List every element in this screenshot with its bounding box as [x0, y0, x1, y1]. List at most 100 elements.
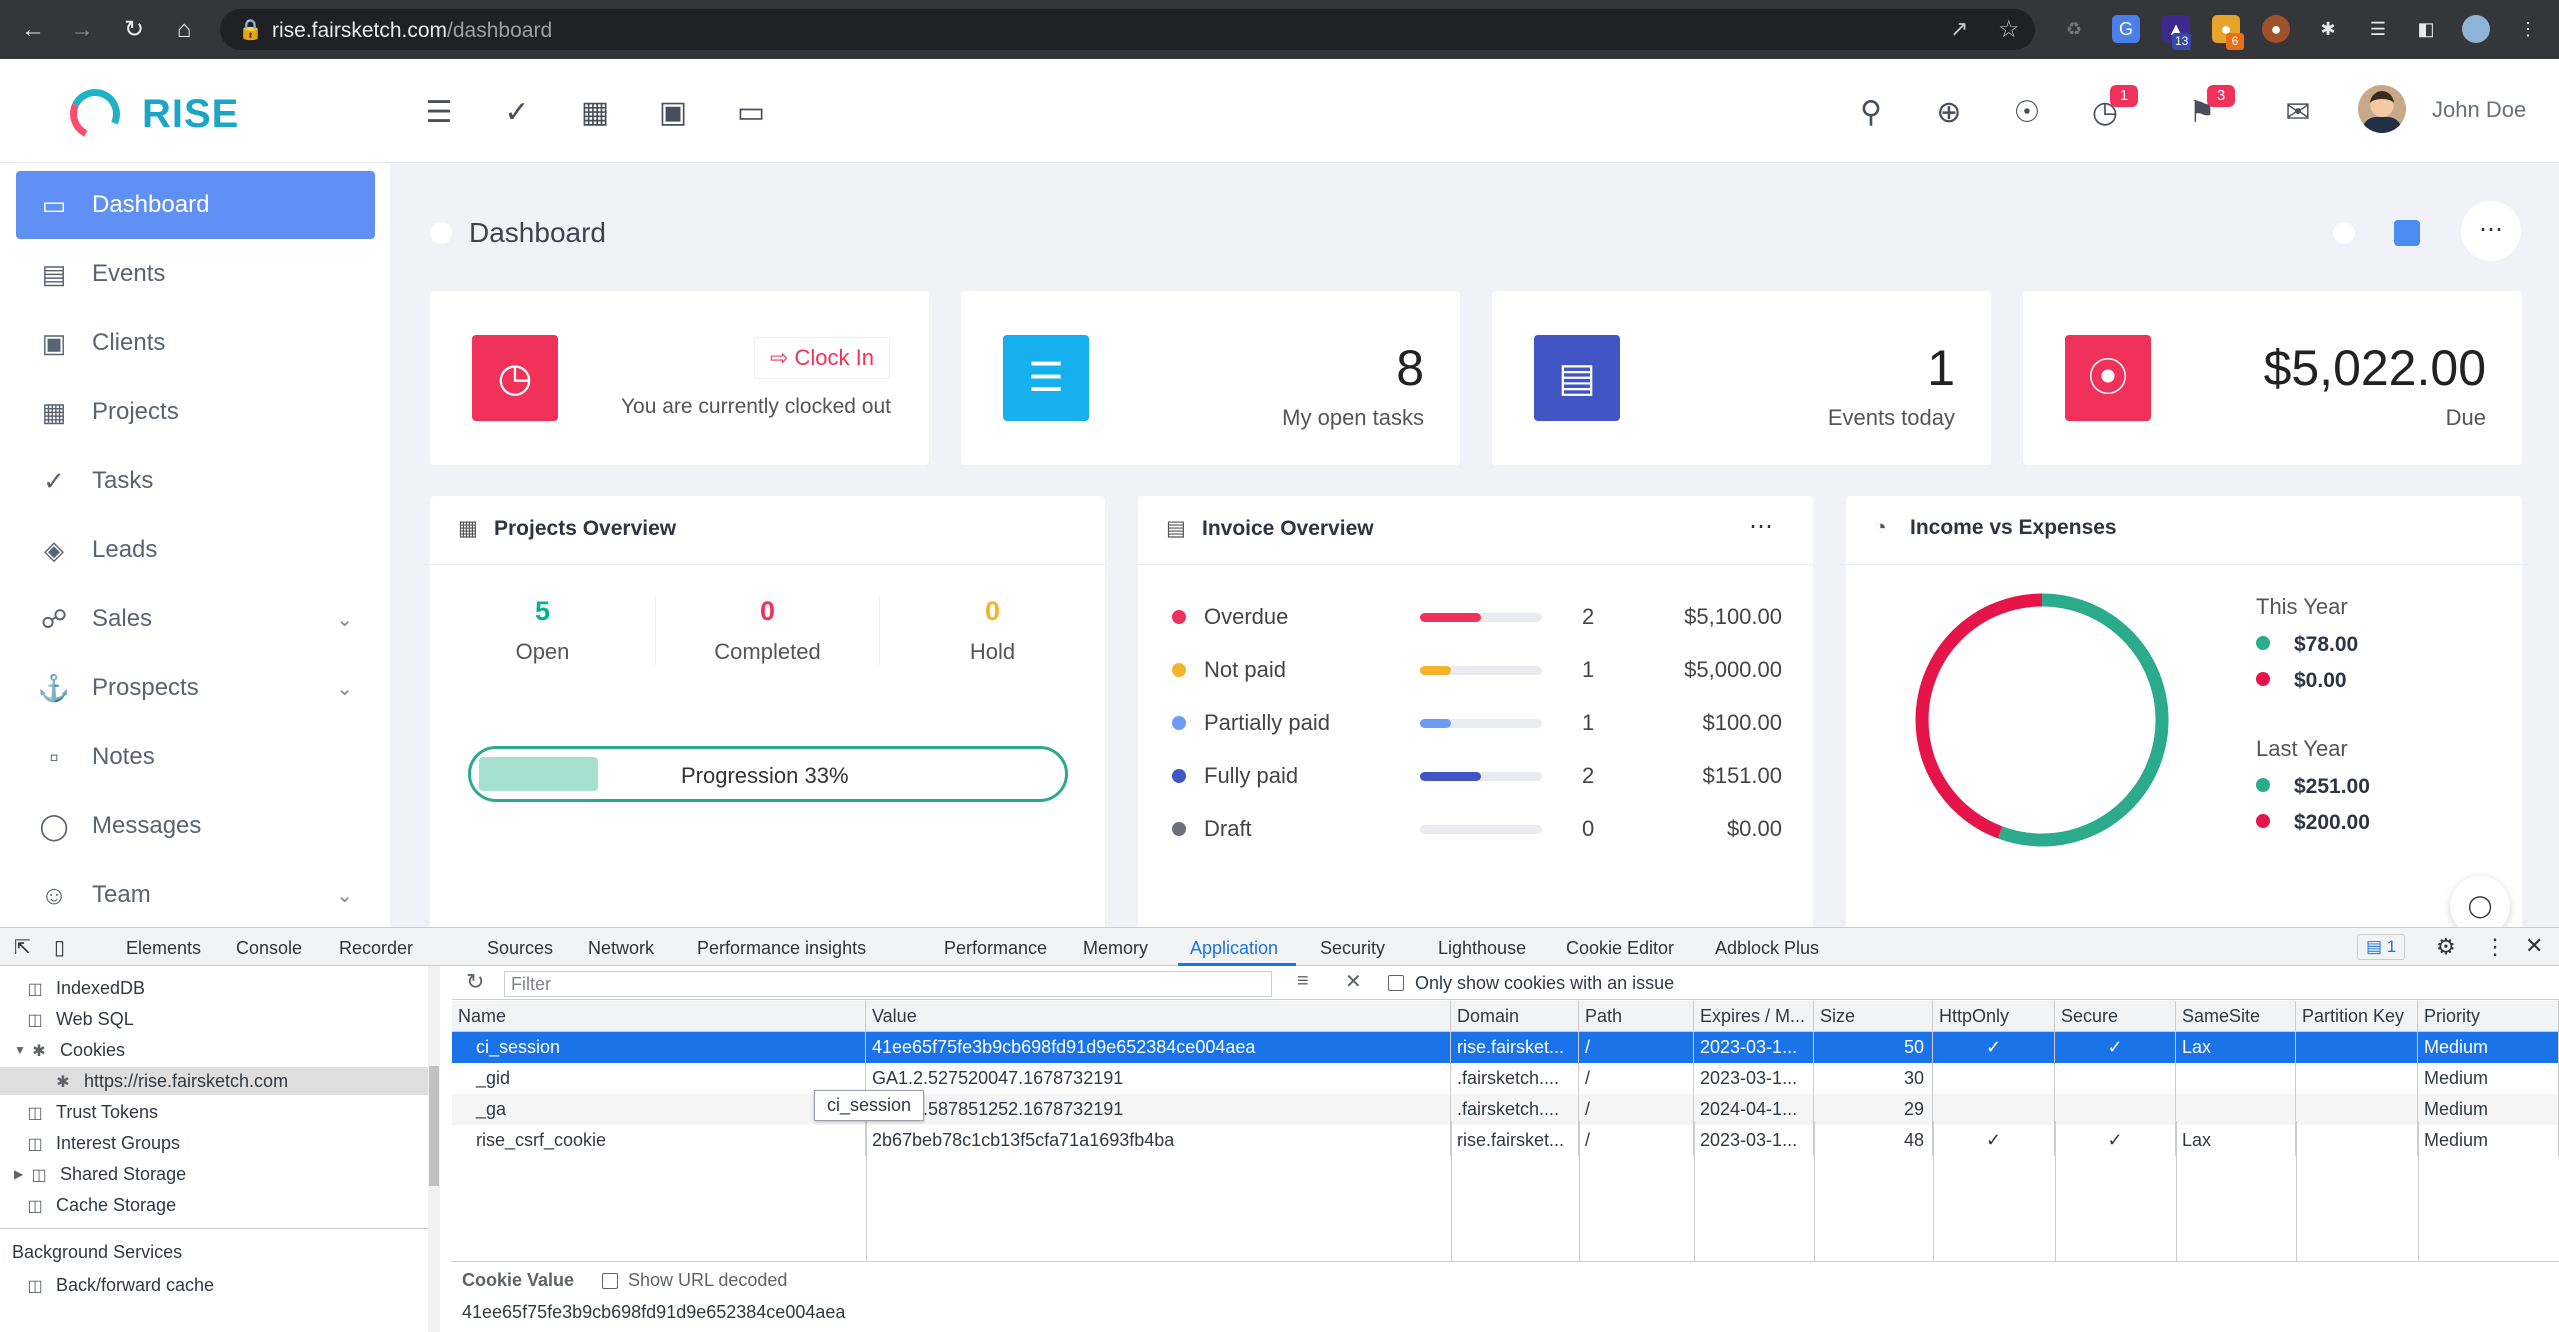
puzzle-icon[interactable]: ✱ [2314, 15, 2342, 43]
issues-button[interactable]: ▤ 1 [2357, 934, 2406, 960]
media-icon[interactable]: ☰ [2364, 15, 2392, 43]
hamburger-icon[interactable]: ☰ [421, 95, 457, 131]
tab-cookie-editor[interactable]: Cookie Editor [1566, 938, 1674, 959]
tree-indexeddb[interactable]: ◫ IndexedDB [24, 974, 145, 1002]
column-header[interactable]: Name [452, 1001, 866, 1032]
tab-lighthouse[interactable]: Lighthouse [1438, 938, 1526, 959]
tree-trust-tokens[interactable]: ◫ Trust Tokens [24, 1098, 158, 1126]
sidebar-item-prospects[interactable]: ⚓ Prospects ⌄ [16, 654, 375, 722]
tree-cache-storage[interactable]: ◫ Cache Storage [24, 1191, 176, 1219]
table-row[interactable]: ci_session 41ee65f75fe3b9cb698fd91d9e6523… [452, 1032, 2559, 1063]
tab-adblock-plus[interactable]: Adblock Plus [1715, 938, 1819, 959]
sidebar-item-notes[interactable]: ▫ Notes [16, 723, 375, 791]
briefcase-icon[interactable]: ▣ [655, 95, 691, 131]
due-card[interactable]: ⦿ $5,022.00 Due [2023, 291, 2522, 465]
monitor-icon[interactable]: ▭ [733, 95, 769, 131]
tree-bfcache[interactable]: ◫ Back/forward cache [24, 1271, 214, 1299]
tab-performance[interactable]: Performance [944, 938, 1047, 959]
inspect-icon[interactable]: ⇱ [14, 935, 31, 960]
stat-hold[interactable]: 0 Hold [880, 596, 1105, 665]
tab-sources[interactable]: Sources [487, 938, 553, 959]
column-header[interactable]: Priority [2418, 1001, 2559, 1032]
check-circle-icon[interactable]: ✓ [499, 95, 535, 131]
translate-extension-icon[interactable]: G [2112, 15, 2140, 43]
home-icon[interactable]: ⌂ [168, 14, 200, 46]
tree-cookie-origin[interactable]: ✱ https://rise.fairsketch.com [0, 1067, 428, 1095]
settings-gear-icon[interactable]: ⚙ [2436, 934, 2456, 960]
sidebar-item-leads[interactable]: ◈ Leads [16, 516, 375, 584]
only-issues-checkbox[interactable] [1388, 975, 1404, 991]
invoice-row[interactable]: Partially paid 1 $100.00 [1172, 708, 1782, 738]
back-icon[interactable]: ← [17, 14, 49, 46]
color-toggle-icon[interactable] [2394, 220, 2420, 246]
tree-scroll-thumb[interactable] [429, 1066, 439, 1186]
bookmark-star-icon[interactable]: ☆ [1998, 15, 2020, 44]
kebab-menu-icon[interactable]: ⋮ [2514, 15, 2542, 43]
column-header[interactable]: Size [1814, 1001, 1933, 1032]
close-devtools-icon[interactable]: ✕ [2525, 933, 2543, 959]
tab-performance-insights[interactable]: Performance insights [697, 938, 866, 959]
column-header[interactable]: Path [1579, 1001, 1694, 1032]
clock-in-button[interactable]: ⇨ Clock In [754, 337, 890, 379]
tab-recorder[interactable]: Recorder [339, 938, 413, 959]
address-bar[interactable]: 🔒 rise.fairsketch.com/dashboard ↗ ☆ [220, 9, 2035, 50]
tab-memory[interactable]: Memory [1083, 938, 1148, 959]
side-panel-icon[interactable]: ◧ [2412, 15, 2440, 43]
panel-menu-icon[interactable]: ⋯ [1749, 512, 1773, 541]
search-icon[interactable]: ⚲ [1853, 95, 1889, 131]
share-icon[interactable]: ↗ [1950, 16, 1968, 42]
tree-cookies[interactable]: ▼ ✱ Cookies [14, 1036, 125, 1064]
sidebar-item-dashboard[interactable]: ▭ Dashboard [16, 171, 375, 239]
filter-input[interactable]: Filter [504, 971, 1272, 997]
grid-icon[interactable]: ▦ [577, 95, 613, 131]
forward-icon[interactable]: → [66, 14, 98, 46]
globe-icon[interactable]: ☉ [2009, 95, 2045, 131]
cookie-extension-icon[interactable]: ● [2262, 15, 2290, 43]
tab-console[interactable]: Console [236, 938, 302, 959]
sidebar-item-projects[interactable]: ▦ Projects [16, 378, 375, 446]
sidebar-item-sales[interactable]: ☍ Sales ⌄ [16, 585, 375, 653]
sidebar-item-clients[interactable]: ▣ Clients [16, 309, 375, 377]
reload-icon[interactable]: ↻ [118, 14, 150, 46]
clear-filtered-icon[interactable]: ≡ [1297, 970, 1309, 993]
column-header[interactable]: Partition Key [2296, 1001, 2418, 1032]
profile-avatar-icon[interactable] [2462, 15, 2490, 43]
tab-security[interactable]: Security [1320, 938, 1385, 959]
dot-toggle-icon[interactable] [2333, 222, 2355, 244]
tab-network[interactable]: Network [588, 938, 654, 959]
stat-completed[interactable]: 0 Completed [655, 596, 880, 665]
device-toggle-icon[interactable]: ▯ [54, 935, 65, 960]
sidebar-item-messages[interactable]: ◯ Messages [16, 792, 375, 860]
mail-icon[interactable]: ✉ [2280, 95, 2316, 131]
invoice-row[interactable]: Fully paid 2 $151.00 [1172, 761, 1782, 791]
more-options-button[interactable]: ⋯ [2461, 201, 2521, 261]
tree-shared-storage[interactable]: ▶ ◫ Shared Storage [14, 1160, 186, 1188]
stat-open[interactable]: 5 Open [430, 596, 655, 665]
open-tasks-card[interactable]: ☰ 8 My open tasks [961, 291, 1460, 465]
clear-all-icon[interactable]: ✕ [1345, 969, 1362, 994]
tree-interest-groups[interactable]: ◫ Interest Groups [24, 1129, 180, 1157]
show-url-decoded-checkbox[interactable] [602, 1273, 618, 1289]
events-today-card[interactable]: ▤ 1 Events today [1492, 291, 1991, 465]
avatar[interactable] [2358, 85, 2406, 133]
table-row[interactable]: _gid GA1.2.527520047.1678732191 .fairsketc… [452, 1063, 2559, 1094]
invoice-row[interactable]: Overdue 2 $5,100.00 [1172, 602, 1782, 632]
column-header[interactable]: Secure [2055, 1001, 2176, 1032]
tree-scrollbar[interactable] [428, 966, 440, 1332]
tree-websql[interactable]: ◫ Web SQL [24, 1005, 133, 1033]
column-header[interactable]: Domain [1451, 1001, 1579, 1032]
chat-button[interactable]: ◯ [2450, 876, 2510, 927]
column-header[interactable]: SameSite [2176, 1001, 2296, 1032]
sidebar-item-tasks[interactable]: ✓ Tasks [16, 447, 375, 515]
sidebar-item-events[interactable]: ▤ Events [16, 240, 375, 308]
devtools-menu-icon[interactable]: ⋮ [2484, 934, 2506, 960]
invoice-row[interactable]: Draft 0 $0.00 [1172, 814, 1782, 844]
invoice-row[interactable]: Not paid 1 $5,000.00 [1172, 655, 1782, 685]
user-name[interactable]: John Doe [2432, 97, 2526, 123]
logo[interactable]: RISE [62, 81, 239, 147]
tab-elements[interactable]: Elements [126, 938, 201, 959]
plus-circle-icon[interactable]: ⊕ [1931, 95, 1967, 131]
recycle-extension-icon[interactable]: ♻ [2060, 15, 2088, 43]
refresh-icon[interactable]: ↻ [466, 969, 484, 995]
column-header[interactable]: Expires / M... [1694, 1001, 1814, 1032]
